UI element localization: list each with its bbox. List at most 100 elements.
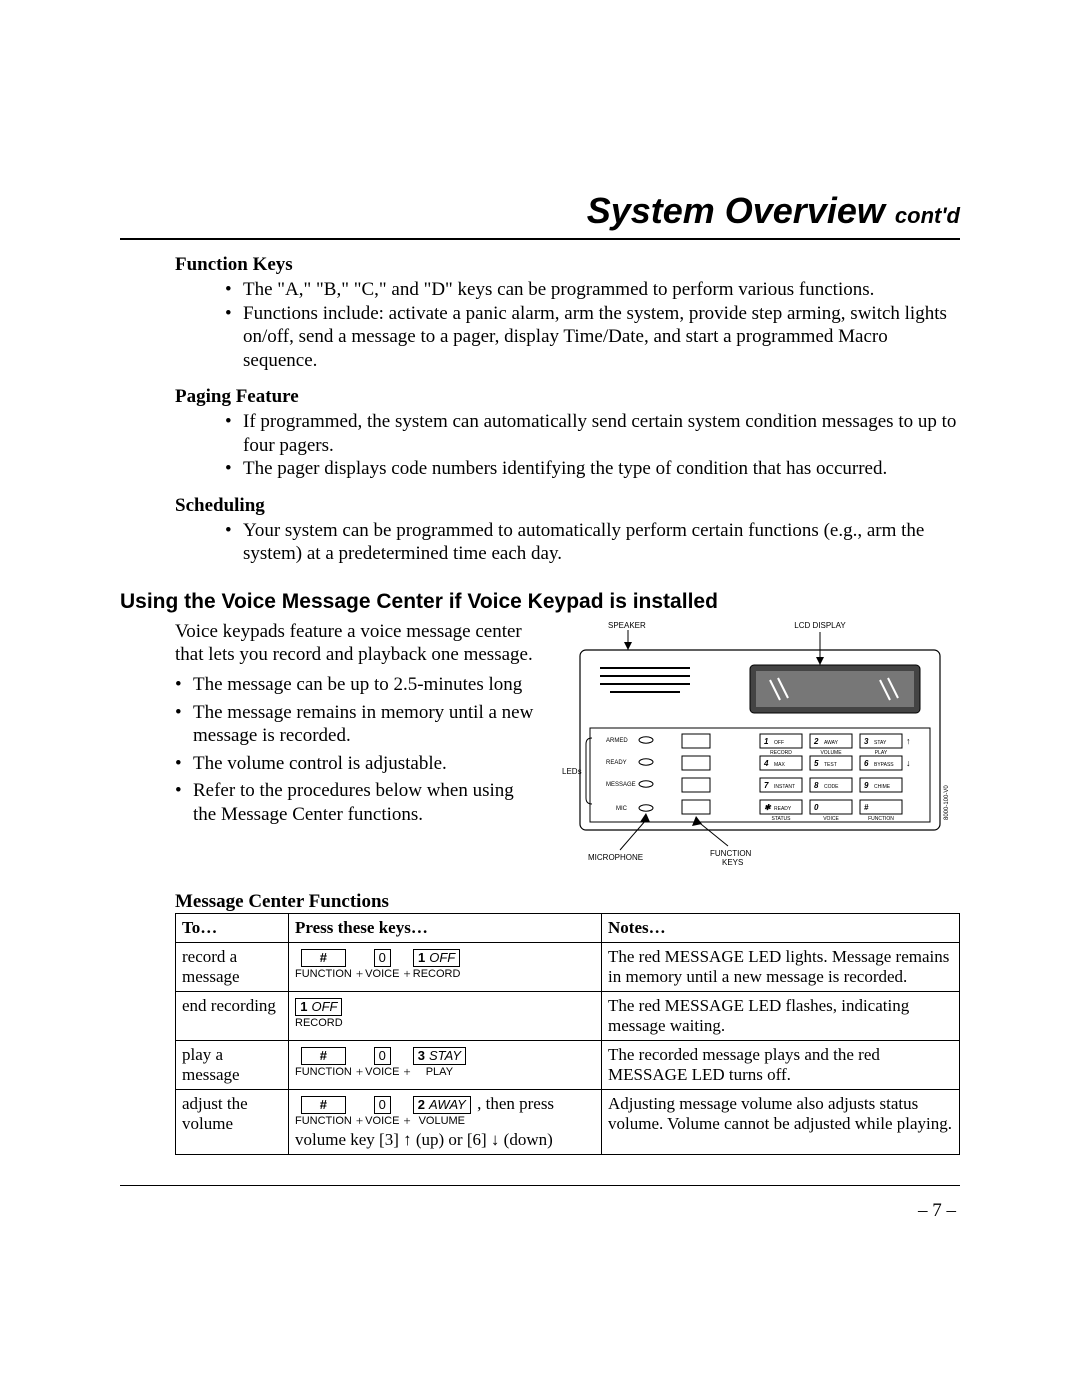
page-number: – 7 –: [120, 1200, 960, 1222]
cell-suffix: , then press: [473, 1094, 554, 1113]
document-page: System Overview cont'd Function Keys The…: [0, 0, 1080, 1397]
svg-text:STATUS: STATUS: [772, 816, 792, 822]
keypad-key: 0: [374, 1047, 391, 1065]
label-function-keys-2: KEYS: [722, 858, 743, 867]
label-function-keys-1: FUNCTION: [710, 849, 752, 858]
svg-text:7: 7: [764, 781, 769, 790]
list-item: The message can be up to 2.5-minutes lon…: [175, 673, 540, 697]
table-row: record a message#FUNCTION+0VOICE+1OFFREC…: [176, 942, 960, 991]
keypad-key: #: [301, 1096, 346, 1114]
title-main: System Overview: [587, 190, 885, 231]
list-item: If programmed, the system can automatica…: [225, 410, 960, 457]
voice-center-text: Voice keypads feature a voice message ce…: [120, 620, 540, 875]
led-message: MESSAGE: [606, 782, 636, 788]
svg-text:BYPASS: BYPASS: [874, 762, 894, 768]
led-ready: READY: [606, 760, 627, 766]
label-leds: LEDs: [562, 767, 582, 776]
svg-text:CHIME: CHIME: [874, 784, 891, 790]
list-paging: If programmed, the system can automatica…: [120, 410, 960, 481]
svg-text:CODE: CODE: [824, 784, 839, 790]
plus-icon: +: [403, 966, 410, 981]
svg-text:RECORD: RECORD: [770, 750, 792, 756]
th-notes: Notes…: [602, 913, 960, 942]
key-sublabel: RECORD: [413, 968, 461, 981]
th-press: Press these keys…: [289, 913, 602, 942]
svg-text:↑: ↑: [906, 736, 911, 746]
key-sublabel: VOLUME: [413, 1115, 471, 1128]
table-heading: Message Center Functions: [175, 891, 960, 913]
key-sublabel: FUNCTION: [295, 1066, 352, 1079]
svg-text:TEST: TEST: [824, 762, 837, 768]
plus-icon: +: [403, 1064, 410, 1079]
voice-intro: Voice keypads feature a voice message ce…: [120, 620, 540, 667]
cell-keys: 1OFFRECORD: [289, 992, 602, 1041]
list-item: Refer to the procedures below when using…: [175, 779, 540, 826]
heading-function-keys: Function Keys: [175, 254, 960, 276]
cell-notes: The recorded message plays and the red M…: [602, 1041, 960, 1090]
title-sub: cont'd: [895, 203, 960, 228]
page-title: System Overview cont'd: [120, 190, 960, 240]
svg-text:MAX: MAX: [774, 762, 786, 768]
footer-rule: [120, 1185, 960, 1186]
cell-notes: The red MESSAGE LED flashes, indicating …: [602, 992, 960, 1041]
svg-text:4: 4: [763, 759, 769, 768]
svg-text:9: 9: [864, 781, 869, 790]
heading-scheduling: Scheduling: [175, 495, 960, 517]
keypad-key: #: [301, 949, 346, 967]
svg-text:2: 2: [813, 737, 819, 746]
key-sublabel: VOICE: [365, 968, 399, 981]
keypad-key: 0: [374, 1096, 391, 1114]
svg-text:INSTANT: INSTANT: [774, 784, 795, 790]
th-to: To…: [176, 913, 289, 942]
cell-notes: The red MESSAGE LED lights. Message rema…: [602, 942, 960, 991]
svg-text:↓: ↓: [906, 758, 911, 768]
svg-text:PLAY: PLAY: [875, 750, 888, 756]
cell-keys: #FUNCTION+0VOICE+2AWAYVOLUME , then pres…: [289, 1090, 602, 1155]
list-item: The message remains in memory until a ne…: [175, 701, 540, 748]
svg-text:0: 0: [814, 803, 819, 812]
keypad-svg: SPEAKER LCD DISPLAY ARMED READY MESSAGE …: [560, 620, 960, 870]
plus-icon: +: [356, 1113, 363, 1128]
svg-text:6: 6: [864, 759, 869, 768]
cell-to: end recording: [176, 992, 289, 1041]
list-item: Functions include: activate a panic alar…: [225, 302, 960, 373]
keypad-key: 1OFF: [413, 949, 460, 967]
keypad-diagram: SPEAKER LCD DISPLAY ARMED READY MESSAGE …: [560, 620, 960, 875]
list-item: The volume control is adjustable.: [175, 752, 540, 776]
key-sublabel: FUNCTION: [295, 1115, 352, 1128]
cell-footer: volume key [3] ↑ (up) or [6] ↓ (down): [295, 1130, 595, 1150]
plus-icon: +: [356, 966, 363, 981]
svg-text:1: 1: [764, 737, 769, 746]
key-sublabel: VOICE: [365, 1066, 399, 1079]
keypad-key: 1OFF: [295, 998, 342, 1016]
svg-text:STAY: STAY: [874, 740, 887, 746]
key-sublabel: VOICE: [365, 1115, 399, 1128]
led-armed: ARMED: [606, 738, 628, 744]
plus-icon: +: [403, 1113, 410, 1128]
voice-bullets: The message can be up to 2.5-minutes lon…: [120, 673, 540, 826]
heading-paging: Paging Feature: [175, 386, 960, 408]
svg-text:#: #: [864, 803, 869, 812]
cell-to: play a message: [176, 1041, 289, 1090]
table-row: adjust the volume#FUNCTION+0VOICE+2AWAYV…: [176, 1090, 960, 1155]
numeric-keypad: 1OFF2AWAY3STAY↑RECORDVOLUMEPLAY4MAX5TEST…: [760, 734, 911, 822]
plus-icon: +: [356, 1064, 363, 1079]
list-item: Your system can be programmed to automat…: [225, 519, 960, 566]
cell-notes: Adjusting message volume also adjusts st…: [602, 1090, 960, 1155]
cell-to: record a message: [176, 942, 289, 991]
list-item: The "A," "B," "C," and "D" keys can be p…: [225, 278, 960, 302]
keypad-key: 2AWAY: [413, 1096, 471, 1114]
label-microphone: MICROPHONE: [588, 853, 643, 862]
label-speaker: SPEAKER: [608, 621, 646, 630]
svg-text:8: 8: [814, 781, 819, 790]
table-row: end recording1OFFRECORDThe red MESSAGE L…: [176, 992, 960, 1041]
keypad-key: 0: [374, 949, 391, 967]
diagram-id: 8000-100-V0: [944, 785, 950, 820]
key-sublabel: FUNCTION: [295, 968, 352, 981]
svg-text:FUNCTION: FUNCTION: [868, 816, 894, 822]
label-lcd-1: LCD DISPLAY: [794, 621, 846, 630]
cell-to: adjust the volume: [176, 1090, 289, 1155]
svg-text:5: 5: [814, 759, 819, 768]
svg-text:VOICE: VOICE: [823, 816, 839, 822]
keypad-key: #: [301, 1047, 346, 1065]
